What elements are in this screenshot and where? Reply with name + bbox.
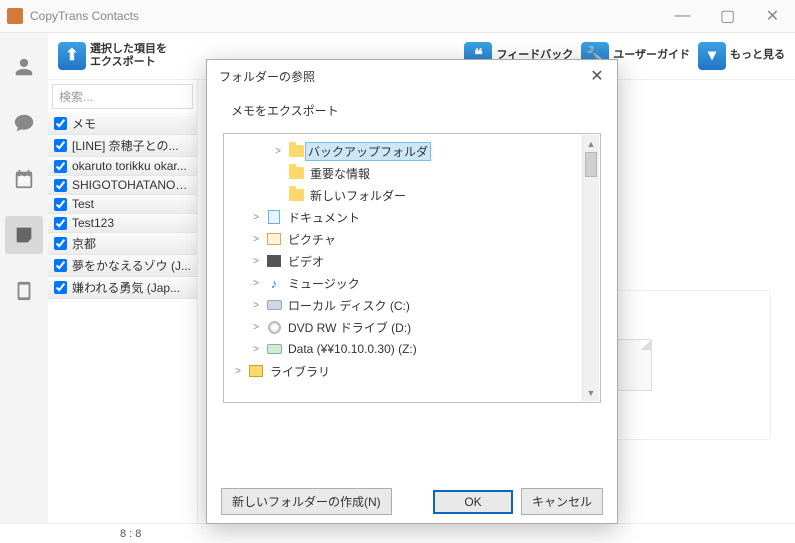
dvd-drive-icon — [266, 320, 282, 334]
pictures-icon — [266, 232, 282, 246]
tree-node[interactable]: > バックアップフォルダ — [228, 140, 596, 162]
tree-node[interactable]: 重要な情報 — [228, 162, 596, 184]
modal-overlay: フォルダーの参照 ✕ メモをエクスポート > バックアップフォルダ重要な情報新しい… — [0, 0, 795, 543]
dialog-titlebar: フォルダーの参照 ✕ — [207, 60, 617, 92]
tree-node-label: ミュージック — [286, 275, 362, 292]
tree-node[interactable]: > DVD RW ドライブ (D:) — [228, 316, 596, 338]
tree-node[interactable]: > ライブラリ — [228, 360, 596, 382]
tree-node[interactable]: > ビデオ — [228, 250, 596, 272]
dialog-subtitle: メモをエクスポート — [207, 92, 617, 133]
tree-node-label: ビデオ — [286, 253, 326, 270]
local-disk-icon — [266, 298, 282, 312]
tree-expander-icon[interactable]: > — [250, 300, 262, 311]
tree-node-label: Data (¥¥10.10.0.30) (Z:) — [286, 342, 419, 356]
scroll-down-arrow-icon[interactable]: ▼ — [583, 384, 599, 401]
tree-expander-icon[interactable]: > — [250, 234, 262, 245]
tree-node[interactable]: > ローカル ディスク (C:) — [228, 294, 596, 316]
tree-expander-icon[interactable]: > — [250, 256, 262, 267]
folder-icon — [288, 144, 304, 158]
scroll-thumb[interactable] — [585, 152, 597, 177]
dialog-close-button[interactable]: ✕ — [585, 66, 609, 86]
tree-expander-icon[interactable]: > — [250, 322, 262, 333]
tree-node-label: 新しいフォルダー — [308, 187, 408, 204]
tree-expander-icon[interactable]: > — [272, 146, 284, 157]
tree-node[interactable]: 新しいフォルダー — [228, 184, 596, 206]
folder-browse-dialog: フォルダーの参照 ✕ メモをエクスポート > バックアップフォルダ重要な情報新しい… — [206, 59, 618, 524]
tree-scrollbar[interactable]: ▲ ▼ — [582, 135, 599, 401]
scroll-track[interactable] — [583, 177, 599, 384]
dialog-title: フォルダーの参照 — [219, 68, 585, 85]
tree-node-label: ドキュメント — [286, 209, 362, 226]
dialog-button-row: 新しいフォルダーの作成(N) OK キャンセル — [221, 488, 603, 515]
cancel-button[interactable]: キャンセル — [521, 488, 603, 515]
music-icon: ♪ — [266, 276, 282, 290]
folder-tree[interactable]: > バックアップフォルダ重要な情報新しいフォルダー > ドキュメント > ピクチャ > ビデオ… — [224, 134, 600, 402]
tree-node-label: ピクチャ — [286, 231, 338, 248]
network-drive-icon — [266, 342, 282, 356]
tree-node-label: 重要な情報 — [308, 165, 372, 182]
library-icon — [248, 364, 264, 378]
folder-tree-container: > バックアップフォルダ重要な情報新しいフォルダー > ドキュメント > ピクチャ > ビデオ… — [223, 133, 601, 403]
documents-icon — [266, 210, 282, 224]
new-folder-button[interactable]: 新しいフォルダーの作成(N) — [221, 488, 392, 515]
tree-node[interactable]: > ピクチャ — [228, 228, 596, 250]
videos-icon — [266, 254, 282, 268]
tree-node-label: バックアップフォルダ — [305, 142, 431, 161]
tree-node-label: ローカル ディスク (C:) — [286, 297, 412, 314]
folder-icon — [288, 166, 304, 180]
tree-expander-icon[interactable]: > — [232, 366, 244, 377]
folder-icon — [288, 188, 304, 202]
tree-node[interactable]: > Data (¥¥10.10.0.30) (Z:) — [228, 338, 596, 360]
tree-expander-icon[interactable]: > — [250, 212, 262, 223]
tree-expander-icon[interactable]: > — [250, 344, 262, 355]
tree-node-label: DVD RW ドライブ (D:) — [286, 319, 413, 336]
ok-button[interactable]: OK — [433, 490, 513, 514]
tree-node-label: ライブラリ — [268, 363, 332, 380]
tree-node[interactable]: > ドキュメント — [228, 206, 596, 228]
tree-expander-icon[interactable]: > — [250, 278, 262, 289]
tree-node[interactable]: > ♪ ミュージック — [228, 272, 596, 294]
scroll-up-arrow-icon[interactable]: ▲ — [583, 135, 599, 152]
